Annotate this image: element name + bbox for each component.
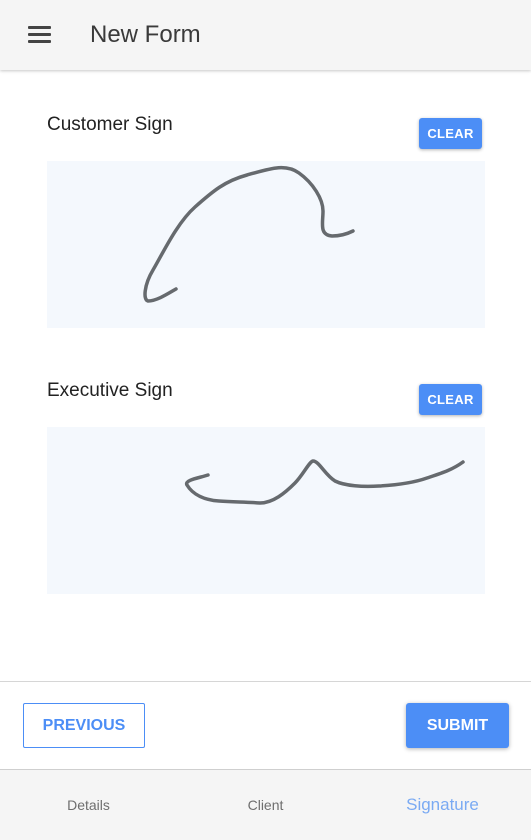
tab-details[interactable]: Details	[0, 770, 177, 840]
executive-signature-stroke	[184, 459, 465, 505]
page-title: New Form	[90, 21, 201, 48]
executive-signature-pad[interactable]	[47, 427, 485, 594]
executive-sign-label: Executive Sign	[47, 380, 173, 401]
submit-button[interactable]: SUBMIT	[406, 703, 509, 748]
customer-signature-stroke	[143, 165, 355, 303]
tab-client[interactable]: Client	[177, 770, 354, 840]
previous-button[interactable]: PREVIOUS	[23, 703, 145, 748]
tab-signature[interactable]: Signature	[354, 770, 531, 840]
app-bar: New Form	[0, 0, 531, 70]
clear-executive-sign-button[interactable]: CLEAR	[419, 384, 482, 415]
clear-customer-sign-button[interactable]: CLEAR	[419, 118, 482, 149]
app-screen: New Form Customer Sign CLEAR Executive S…	[0, 0, 531, 840]
hamburger-menu-icon[interactable]	[20, 20, 60, 50]
footer-divider	[0, 681, 531, 682]
bottom-navigation: Details Client Signature	[0, 769, 531, 840]
customer-sign-label: Customer Sign	[47, 114, 173, 135]
customer-signature-pad[interactable]	[47, 161, 485, 328]
